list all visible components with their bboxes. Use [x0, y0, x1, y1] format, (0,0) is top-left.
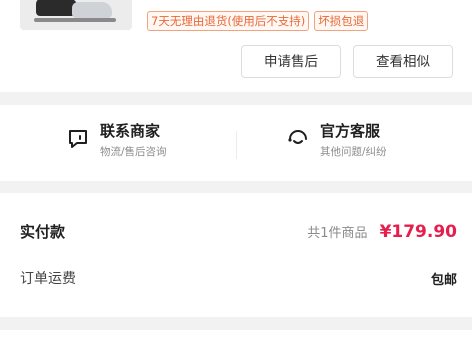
paid-price: ¥179.90 [379, 221, 457, 242]
contact-card: 联系商家 物流/售后咨询 官方客服 其他问题/纠纷 [0, 105, 472, 181]
shoe-image-light [72, 2, 112, 18]
apply-after-sale-button[interactable]: 申请售后 [241, 45, 341, 78]
next-section-card [0, 330, 472, 355]
official-service-subtitle: 其他问题/纠纷 [320, 146, 387, 158]
paid-amount-group: 共1件商品 ¥179.90 [307, 222, 457, 242]
service-tags: 7天无理由退货(使用后不支持) 坏损包退 [147, 11, 369, 31]
view-similar-button[interactable]: 查看相似 [353, 45, 453, 78]
official-service-title: 官方客服 [320, 122, 381, 140]
damage-refund-tag: 坏损包退 [314, 11, 369, 31]
paid-amount-row: 实付款 共1件商品 ¥179.90 [20, 221, 457, 242]
shipping-value: 包邮 [430, 272, 457, 288]
paid-label: 实付款 [20, 223, 66, 241]
contact-merchant-subtitle: 物流/售后咨询 [100, 146, 167, 158]
shoe-sole [34, 18, 116, 22]
shipping-fee-row: 订单运费 包邮 [20, 268, 457, 288]
contact-merchant-title: 联系商家 [100, 122, 161, 140]
contact-merchant-button[interactable]: 联系商家 物流/售后咨询 [66, 121, 167, 160]
official-service-button[interactable]: 官方客服 其他问题/纠纷 [286, 121, 387, 160]
chat-bubble-icon [69, 130, 87, 148]
product-thumbnail[interactable] [20, 0, 132, 30]
payment-summary-card: 实付款 共1件商品 ¥179.90 订单运费 包邮 [0, 193, 472, 317]
return-policy-tag: 7天无理由退货(使用后不支持) [147, 11, 310, 31]
order-item-card: 7天无理由退货(使用后不支持) 坏损包退 申请售后 查看相似 [0, 0, 472, 92]
order-actions: 申请售后 查看相似 [241, 45, 453, 78]
item-count: 共1件商品 [307, 225, 368, 241]
shipping-label: 订单运费 [20, 271, 76, 287]
customer-service-icon [288, 130, 307, 144]
contact-divider [236, 131, 237, 159]
